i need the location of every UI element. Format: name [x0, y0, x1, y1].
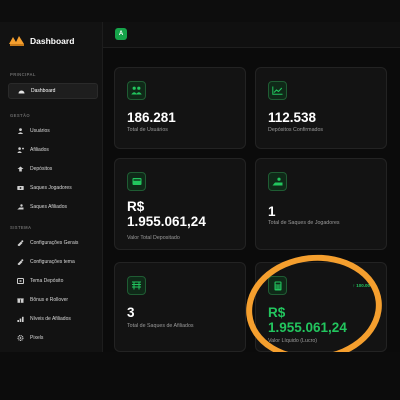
sidebar: Dashboard PRINCIPAL Dashboard GESTÃO Usu…	[0, 22, 103, 352]
stat-label: Total de Saques de Afiliados	[127, 323, 194, 329]
stat-card-total-usuarios: 186.281 Total de Usuários	[114, 67, 246, 149]
tools-icon	[17, 259, 24, 265]
screenshot-frame: Dashboard PRINCIPAL Dashboard GESTÃO Usu…	[0, 0, 400, 400]
stat-value: 3	[127, 305, 135, 320]
stat-label: Total de Saques de Jogadores	[268, 220, 340, 226]
top-band	[0, 0, 400, 22]
sidebar-item-label: Configurações Gerais	[30, 240, 79, 246]
sidebar-item-depositos[interactable]: Depósitos	[8, 161, 98, 177]
stat-card-valor-total-depositado: R$ 1.955.061,24 Valor Total Depositado	[114, 158, 246, 250]
stat-value: R$ 1.955.061,24	[127, 199, 206, 229]
logo-icon	[8, 34, 26, 48]
gauge-icon	[18, 88, 25, 94]
sidebar-item-configuracoes-tema[interactable]: Configurações tema	[8, 254, 98, 270]
trend-badge: ↑ 100.00%	[352, 283, 374, 288]
sidebar-item-configuracoes-gerais[interactable]: Configurações Gerais	[8, 235, 98, 251]
stat-card-depositos-confirmados: 112.538 Depósitos Confirmados	[255, 67, 387, 149]
deposit-icon	[17, 166, 24, 172]
avatar[interactable]: A	[115, 28, 127, 40]
topbar: A	[103, 22, 400, 48]
sidebar-item-label: Configurações tema	[30, 259, 75, 265]
sidebar-item-usuarios[interactable]: Usuários	[8, 123, 98, 139]
logo[interactable]: Dashboard	[8, 34, 74, 48]
gear-icon	[17, 335, 24, 341]
stat-value: 112.538	[268, 110, 317, 125]
user-icon	[17, 128, 24, 134]
tools-icon	[17, 240, 24, 246]
stat-value: 1	[268, 204, 276, 219]
stat-label: Valor Líquido (Lucro)	[268, 338, 318, 344]
levels-icon	[17, 316, 24, 322]
bottom-band	[0, 352, 400, 400]
sidebar-item-saques-jogadores[interactable]: Saques Jogadores	[8, 180, 98, 196]
sidebar-item-label: Saques Jogadores	[30, 185, 72, 191]
stat-label: Valor Total Depositado	[127, 235, 180, 241]
hand-coin-icon	[268, 172, 287, 191]
sidebar-item-label: Níveis de Afiliados	[30, 316, 71, 322]
sidebar-item-saques-afiliados[interactable]: Saques Afiliados	[8, 199, 98, 215]
stat-value: 186.281	[127, 110, 176, 125]
sidebar-item-dashboard[interactable]: Dashboard	[8, 83, 98, 99]
section-sistema-label: SISTEMA	[10, 225, 32, 230]
chart-line-icon	[268, 81, 287, 100]
stat-value: R$ 1.955.061,24	[268, 305, 347, 335]
sidebar-item-pixels[interactable]: Pixels	[8, 330, 98, 346]
sidebar-item-label: Afiliados	[30, 147, 49, 153]
sidebar-item-label: Saques Afiliados	[30, 204, 67, 210]
sidebar-item-niveis-afiliados[interactable]: Níveis de Afiliados	[8, 311, 98, 327]
sidebar-item-bonus-rollover[interactable]: Bônus e Rollover	[8, 292, 98, 308]
calculator-icon	[268, 276, 287, 295]
sidebar-item-label: Pixels	[30, 335, 44, 341]
sidebar-item-label: Usuários	[30, 128, 50, 134]
app-title: Dashboard	[30, 36, 75, 46]
sidebar-item-tema-deposito[interactable]: Tema Depósito	[8, 273, 98, 289]
wallet-icon	[127, 172, 146, 191]
stat-card-saques-jogadores: 1 Total de Saques de Jogadores	[255, 158, 387, 250]
sidebar-item-label: Depósitos	[30, 166, 53, 172]
stat-label: Total de Usuários	[127, 127, 168, 133]
sidebar-item-label: Bônus e Rollover	[30, 297, 69, 303]
users-icon	[127, 81, 146, 100]
money-icon	[17, 185, 24, 191]
section-gestao-label: GESTÃO	[10, 113, 31, 118]
deposit-icon	[17, 278, 24, 284]
hand-coin-icon	[17, 204, 24, 210]
stat-card-saques-afiliados: 3 Total de Saques de Afiliados	[114, 262, 246, 352]
sidebar-item-label: Dashboard	[31, 88, 56, 94]
user-plus-icon	[17, 147, 24, 153]
sidebar-item-afiliados[interactable]: Afiliados	[8, 142, 98, 158]
section-principal-label: PRINCIPAL	[10, 72, 36, 77]
stat-card-valor-liquido: ↑ 100.00% R$ 1.955.061,24 Valor Líquido …	[255, 262, 387, 352]
gift-icon	[17, 297, 24, 303]
affiliate-withdraw-icon	[127, 276, 146, 295]
sidebar-item-label: Tema Depósito	[30, 278, 64, 284]
stat-label: Depósitos Confirmados	[268, 127, 324, 133]
